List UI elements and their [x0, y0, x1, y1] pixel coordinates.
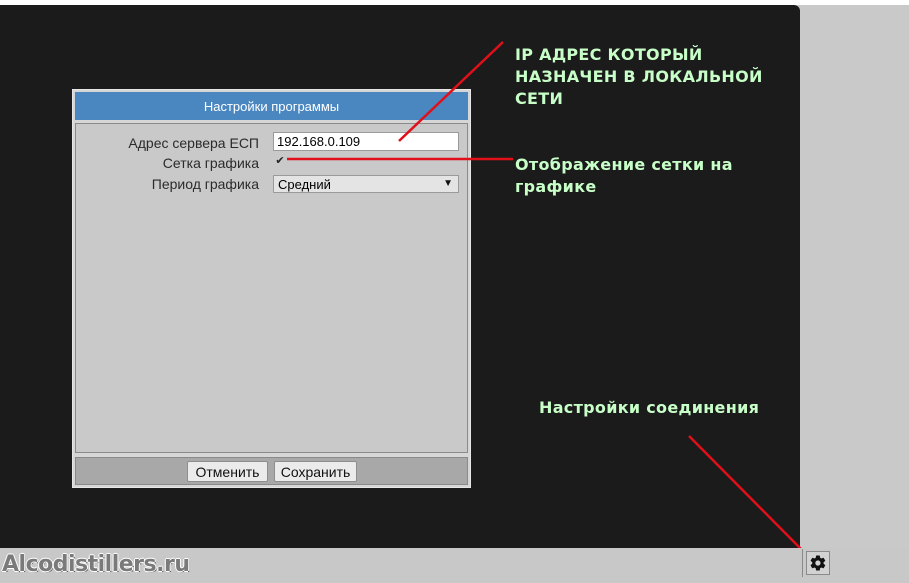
dropdown-arrow-icon: ▼	[443, 178, 453, 189]
server-address-label: Адрес сервера ЕСП	[128, 135, 259, 151]
period-select[interactable]: Средний ▼	[273, 175, 459, 193]
dialog-body: Адрес сервера ЕСП Сетка графика ✔ Период…	[75, 123, 468, 453]
ip-annotation-line: НАЗНАЧЕН В ЛОКАЛЬНОЙ	[515, 67, 763, 86]
grid-annotation: Отображение сетки на графике	[515, 154, 733, 198]
dialog-title: Настройки программы	[75, 92, 468, 120]
status-divider	[802, 549, 803, 577]
right-panel	[800, 5, 909, 548]
ip-annotation-line: СЕТИ	[515, 89, 564, 108]
save-button[interactable]: Сохранить	[274, 461, 357, 482]
grid-annotation-line: Отображение сетки на	[515, 155, 733, 174]
cancel-button[interactable]: Отменить	[187, 461, 268, 482]
grid-annotation-line: графике	[515, 177, 597, 196]
ip-annotation: IP АДРЕС КОТОРЫЙ НАЗНАЧЕН В ЛОКАЛЬНОЙ СЕ…	[515, 44, 763, 110]
period-select-value: Средний	[278, 177, 331, 192]
grid-label: Сетка графика	[162, 155, 259, 171]
period-label: Период графика	[151, 176, 259, 192]
ip-annotation-line: IP АДРЕС КОТОРЫЙ	[515, 45, 703, 64]
connection-annotation: Настройки соединения	[539, 398, 760, 417]
dialog-footer: Отменить Сохранить	[75, 457, 468, 485]
settings-dialog: Настройки программы Адрес сервера ЕСП Се…	[72, 89, 471, 488]
site-watermark: Alcodistillers.ru	[2, 552, 190, 577]
settings-button[interactable]	[806, 551, 830, 575]
gear-icon	[810, 555, 826, 571]
server-address-row: Адрес сервера ЕСП	[76, 132, 467, 153]
period-row: Период графика Средний ▼	[76, 174, 467, 194]
server-address-input[interactable]	[273, 132, 459, 151]
grid-checkbox[interactable]: ✔	[274, 155, 286, 167]
grid-row: Сетка графика ✔	[76, 153, 467, 173]
